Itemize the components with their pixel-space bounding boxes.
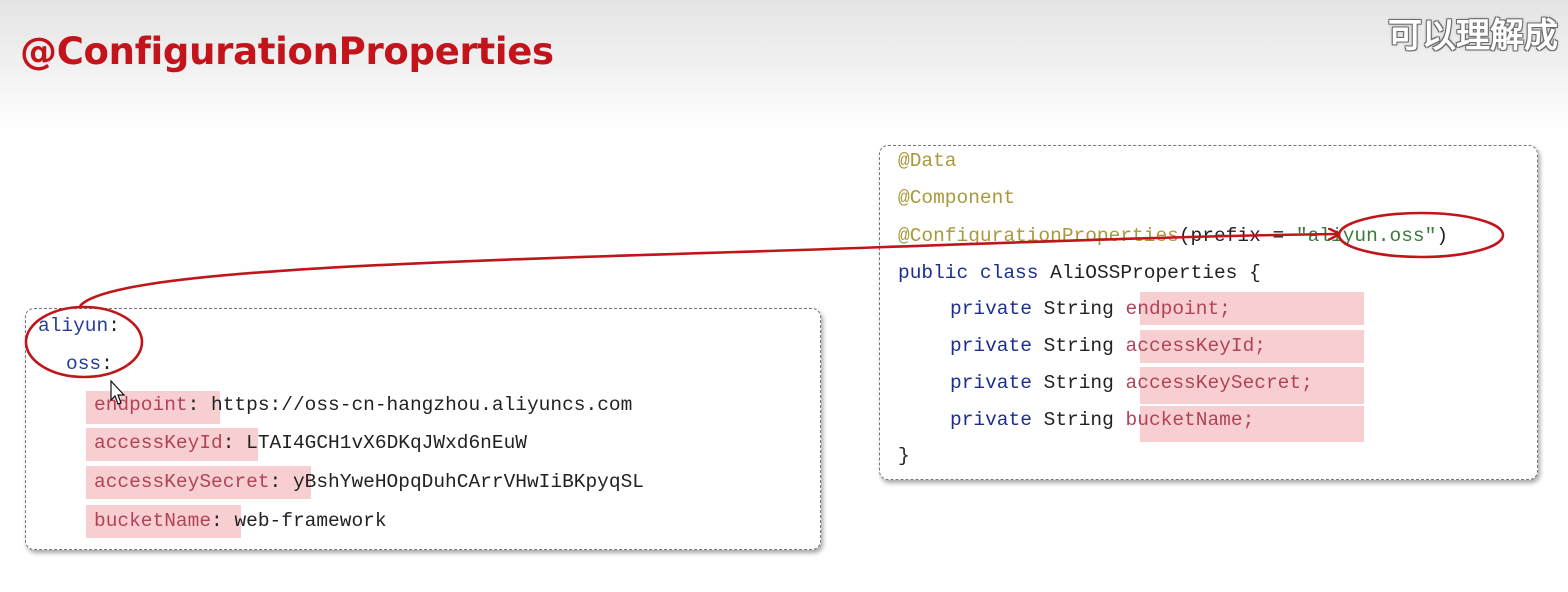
mapping-arrow <box>79 234 1338 307</box>
yaml-prefix-circle <box>24 305 144 379</box>
mouse-cursor-icon <box>110 379 126 405</box>
prefix-value-circle <box>1337 211 1505 259</box>
annotation-overlay <box>24 211 1505 405</box>
